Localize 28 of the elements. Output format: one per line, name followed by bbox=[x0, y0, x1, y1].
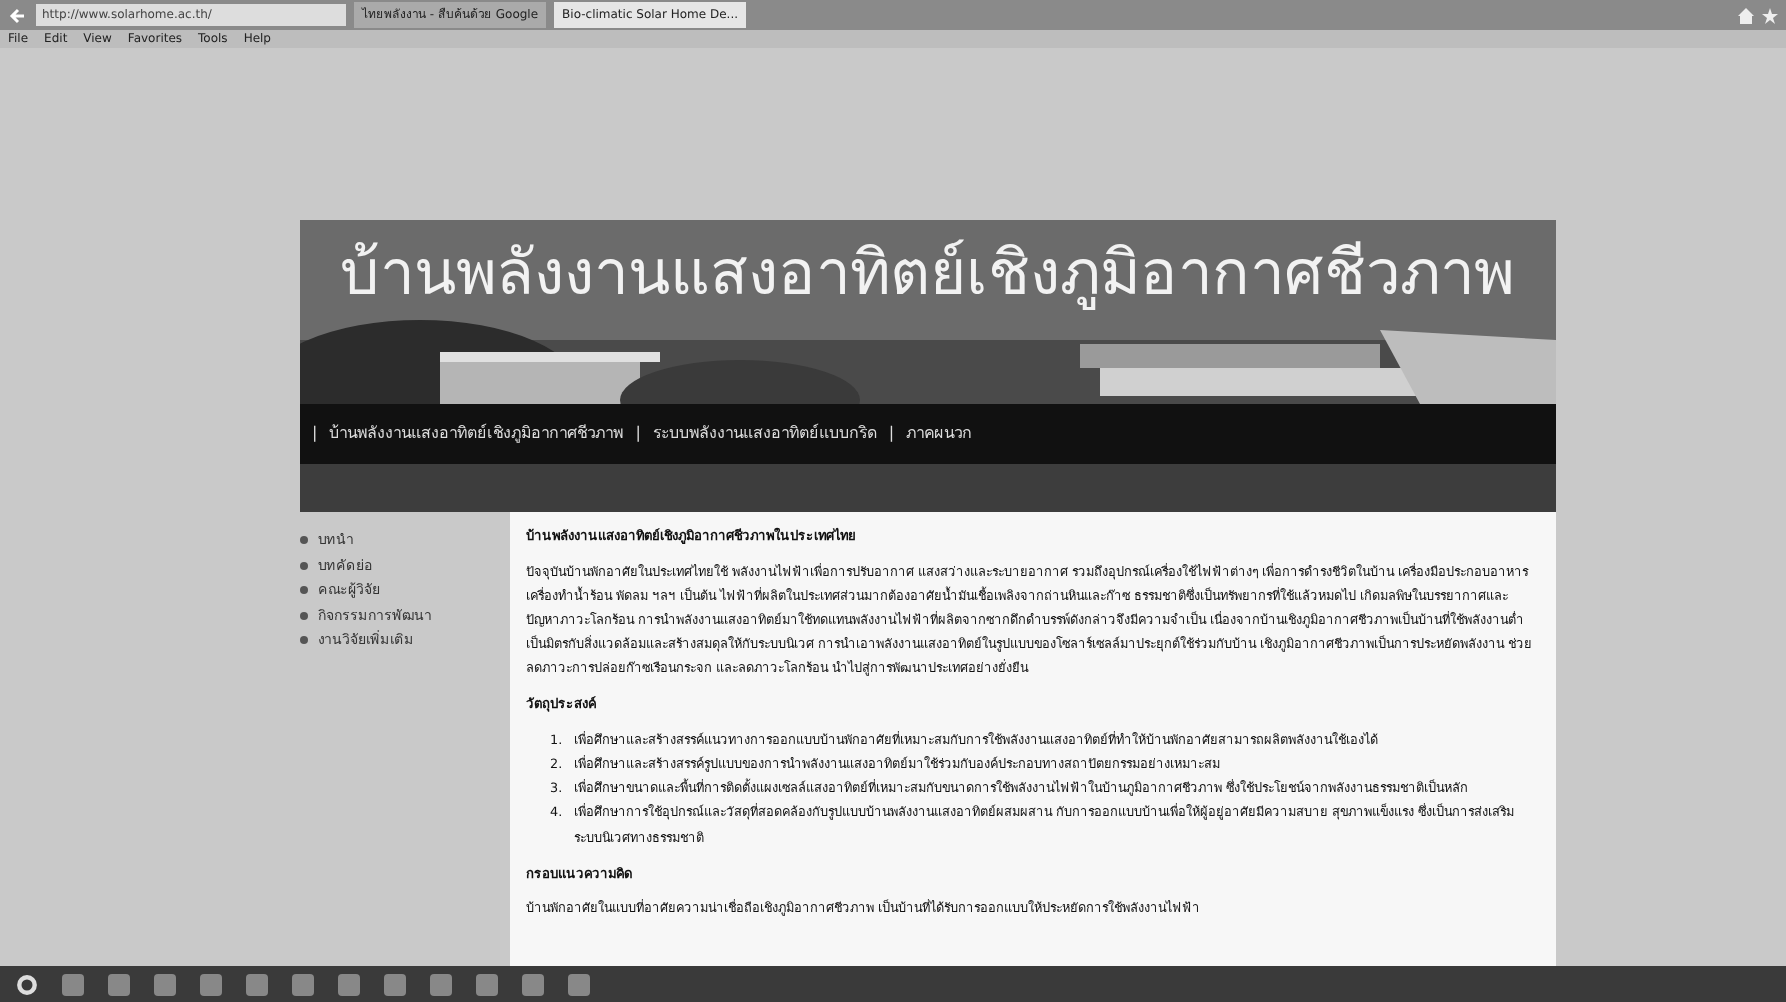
star-icon[interactable] bbox=[1762, 7, 1778, 23]
bullet-icon bbox=[300, 611, 308, 620]
bullet-icon bbox=[300, 561, 308, 570]
nav-link[interactable]: ภาคผนวก bbox=[906, 422, 973, 446]
back-icon[interactable] bbox=[8, 5, 28, 25]
taskbar-app-icon[interactable] bbox=[246, 973, 268, 995]
nav-link[interactable]: บ้านพลังงานแสงอาทิตย์เชิงภูมิอากาศชีวภาพ bbox=[329, 422, 624, 446]
taskbar-app-icon[interactable] bbox=[200, 973, 222, 995]
home-icon[interactable] bbox=[1738, 7, 1754, 23]
taskbar-app-icon[interactable] bbox=[292, 973, 314, 995]
bullet-icon bbox=[300, 536, 308, 545]
nav-separator: | bbox=[635, 422, 641, 446]
settings-icon[interactable] bbox=[16, 973, 38, 995]
taskbar-app-icon[interactable] bbox=[568, 973, 590, 995]
nav-link[interactable]: ระบบพลังงานแสงอาทิตย์แบบกริด bbox=[652, 422, 877, 446]
taskbar-app-icon[interactable] bbox=[476, 973, 498, 995]
nav-separator: | bbox=[888, 422, 895, 446]
bullet-icon bbox=[300, 636, 308, 645]
taskbar-app-icon[interactable] bbox=[108, 973, 130, 995]
taskbar-app-icon[interactable] bbox=[154, 973, 176, 995]
nav-separator: | bbox=[312, 422, 318, 446]
taskbar-app-icon[interactable] bbox=[62, 973, 84, 995]
taskbar-app-icon[interactable] bbox=[522, 973, 544, 995]
site-title: บ้านพลังงานแสงอาทิตย์เชิงภูมิอากาศชีวภาพ bbox=[340, 236, 1514, 314]
taskbar-app-icon[interactable] bbox=[430, 973, 452, 995]
taskbar-app-icon[interactable] bbox=[338, 973, 360, 995]
bullet-icon bbox=[300, 586, 308, 595]
taskbar-app-icon[interactable] bbox=[384, 973, 406, 995]
